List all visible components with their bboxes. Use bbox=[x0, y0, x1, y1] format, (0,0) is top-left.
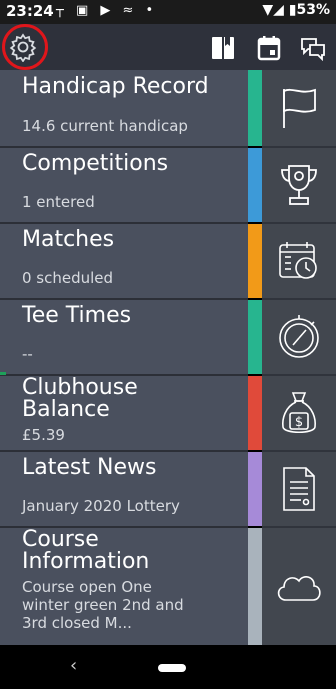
battery-status: ▼◢ ▮53% bbox=[262, 2, 330, 18]
tile-title: Matches bbox=[22, 227, 115, 252]
tile-title: Latest News bbox=[22, 455, 157, 480]
flag-icon bbox=[283, 88, 316, 128]
tile-color-stripe bbox=[248, 528, 262, 645]
status-time: 23:24 bbox=[6, 2, 54, 20]
tile-body: Course Information Course open One winte… bbox=[0, 528, 248, 645]
tile-color-stripe bbox=[248, 224, 262, 298]
trophy-icon bbox=[281, 165, 317, 205]
tile-title: Handicap Record bbox=[22, 74, 209, 99]
svg-text:$: $ bbox=[295, 415, 303, 430]
edge-marker bbox=[0, 372, 6, 375]
tile-icon-cell bbox=[262, 528, 336, 645]
tile-subtitle: 1 entered bbox=[22, 193, 95, 211]
dashboard-list: Handicap Record 14.6 current handicap Co… bbox=[0, 70, 336, 645]
calendar-icon[interactable] bbox=[256, 35, 282, 61]
tile-course-information[interactable]: Course Information Course open One winte… bbox=[0, 528, 336, 645]
tile-subtitle: 0 scheduled bbox=[22, 269, 114, 287]
calendar-clock-icon bbox=[279, 242, 317, 279]
tile-title-line-2: Balance bbox=[22, 397, 110, 422]
tile-latest-news[interactable]: Latest News January 2020 Lottery bbox=[0, 452, 336, 526]
tile-color-stripe bbox=[248, 70, 262, 146]
tile-body: Clubhouse Balance £5.39 bbox=[0, 376, 248, 450]
tile-matches[interactable]: Matches 0 scheduled bbox=[0, 224, 336, 298]
tile-icon-cell bbox=[262, 70, 336, 146]
stopwatch-icon bbox=[279, 315, 319, 358]
tile-color-stripe bbox=[248, 452, 262, 526]
tile-subtitle-line-3: 3rd closed M... bbox=[22, 614, 132, 632]
money-bag-icon: $ bbox=[282, 392, 316, 434]
tile-title: Tee Times bbox=[22, 303, 132, 328]
tile-subtitle: £5.39 bbox=[22, 426, 65, 444]
tile-color-stripe bbox=[248, 376, 262, 450]
tile-icon-cell bbox=[262, 300, 336, 374]
tile-icon-cell: $ bbox=[262, 376, 336, 450]
settings-highlight-circle bbox=[2, 24, 48, 70]
tile-body: Tee Times -- bbox=[0, 300, 248, 374]
tile-title-line-2: Information bbox=[22, 549, 150, 574]
system-nav-bar: ‹ bbox=[0, 645, 336, 689]
tile-subtitle: January 2020 Lottery bbox=[22, 497, 180, 515]
tile-competitions[interactable]: Competitions 1 entered bbox=[0, 148, 336, 222]
tile-clubhouse-balance[interactable]: Clubhouse Balance £5.39 $ bbox=[0, 376, 336, 450]
tile-handicap-record[interactable]: Handicap Record 14.6 current handicap bbox=[0, 70, 336, 146]
notification-icons: ┬ ▣ ▶ ≈ • bbox=[56, 3, 158, 18]
tile-icon-cell bbox=[262, 148, 336, 222]
tile-title: Competitions bbox=[22, 151, 169, 176]
status-bar: 23:24 ┬ ▣ ▶ ≈ • ▼◢ ▮53% bbox=[0, 0, 336, 24]
tile-color-stripe bbox=[248, 300, 262, 374]
tile-body: Handicap Record 14.6 current handicap bbox=[0, 70, 248, 146]
tile-body: Matches 0 scheduled bbox=[0, 224, 248, 298]
tile-body: Competitions 1 entered bbox=[0, 148, 248, 222]
tile-subtitle-line-2: winter green 2nd and bbox=[22, 596, 184, 614]
tile-icon-cell bbox=[262, 224, 336, 298]
tile-tee-times[interactable]: Tee Times -- bbox=[0, 300, 336, 374]
tile-color-stripe bbox=[248, 148, 262, 222]
cloud-icon bbox=[277, 575, 321, 601]
chat-bubbles-icon[interactable] bbox=[300, 35, 326, 61]
tile-icon-cell bbox=[262, 452, 336, 526]
tile-subtitle: 14.6 current handicap bbox=[22, 117, 188, 135]
home-pill-button[interactable] bbox=[158, 664, 186, 672]
back-chevron-icon[interactable]: ‹ bbox=[70, 655, 77, 676]
document-icon bbox=[283, 467, 315, 511]
tile-body: Latest News January 2020 Lottery bbox=[0, 452, 248, 526]
bookmark-book-icon[interactable] bbox=[210, 35, 236, 61]
app-header bbox=[0, 24, 336, 70]
tile-subtitle: -- bbox=[22, 345, 33, 363]
tile-subtitle-line-1: Course open One bbox=[22, 578, 152, 596]
